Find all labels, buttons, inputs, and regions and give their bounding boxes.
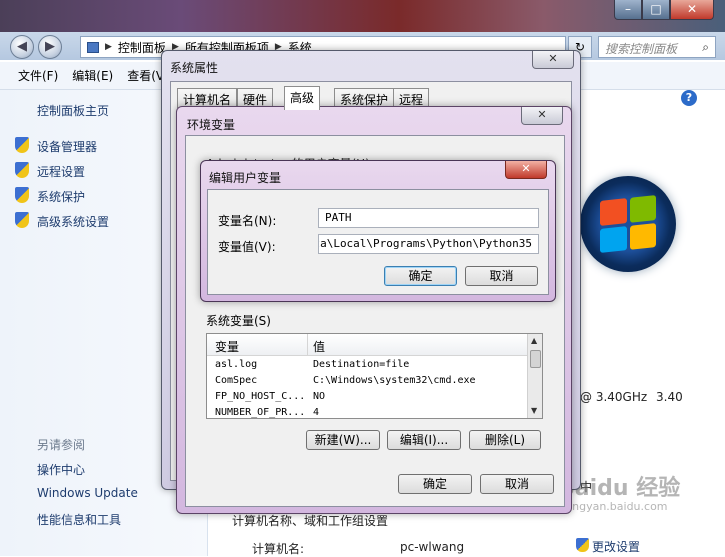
search-icon: ⌕ <box>702 40 709 54</box>
tab-advanced[interactable]: 高级 <box>284 86 321 110</box>
variable-value: NO <box>313 391 326 402</box>
variable-value-label: 变量值(V): <box>218 240 276 254</box>
table-row[interactable]: NUMBER_OF_PR... 4 <box>207 406 527 418</box>
variable-value: C:\Windows\system32\cmd.exe <box>313 375 476 386</box>
cancel-button[interactable]: 取消 <box>480 474 554 494</box>
close-button[interactable]: ✕ <box>532 51 574 69</box>
watermark-sub-text: jingyan.baidu.com <box>566 500 668 513</box>
minimize-button[interactable]: – <box>614 0 642 20</box>
table-row[interactable]: FP_NO_HOST_C... NO <box>207 390 527 406</box>
variable-name-label: 变量名(N): <box>218 214 277 228</box>
table-row[interactable]: asl.log Destination=file <box>207 358 527 374</box>
tab-hardware[interactable]: 硬件 <box>237 88 274 108</box>
column-header-variable[interactable]: 变量 <box>215 338 239 355</box>
shield-icon <box>15 137 29 153</box>
cancel-button[interactable]: 取消 <box>465 266 538 286</box>
tab-remote[interactable]: 远程 <box>393 88 430 108</box>
help-icon[interactable]: ? <box>681 90 697 106</box>
processor-speed-value: 3.40 <box>656 390 683 404</box>
advanced-system-settings-link[interactable]: 高级系统设置 <box>37 213 109 230</box>
remote-settings-link[interactable]: 远程设置 <box>37 163 85 180</box>
windows-logo <box>580 176 676 272</box>
tab-computer-name[interactable]: 计算机名 <box>177 88 238 108</box>
system-vars-heading: 系统变量(S) <box>206 314 271 328</box>
shield-icon <box>15 187 29 203</box>
vertical-scrollbar[interactable]: ▲ ▼ <box>527 334 542 418</box>
edit-variable-button[interactable]: 编辑(I)... <box>387 430 461 450</box>
scroll-down-icon[interactable]: ▼ <box>531 406 537 415</box>
computer-name-value: pc-wlwang <box>400 540 465 554</box>
flag-yellow <box>629 222 656 250</box>
ok-button[interactable]: 确定 <box>398 474 472 494</box>
flag-red <box>600 198 627 226</box>
new-variable-button[interactable]: 新建(W)... <box>306 430 380 450</box>
variable-value: Destination=file <box>313 359 410 370</box>
windows-update-link[interactable]: Windows Update <box>37 486 138 500</box>
scroll-up-icon[interactable]: ▲ <box>531 336 537 345</box>
performance-info-link[interactable]: 性能信息和工具 <box>37 511 121 528</box>
variable-name-field[interactable]: PATH <box>318 208 539 228</box>
maximize-button[interactable]: □ <box>642 0 670 20</box>
change-settings-link[interactable]: 更改设置 <box>592 538 640 555</box>
shield-icon <box>576 538 589 552</box>
variable-name: asl.log <box>215 359 258 370</box>
variable-name: FP_NO_HOST_C... <box>215 391 306 402</box>
device-manager-link[interactable]: 设备管理器 <box>37 138 97 155</box>
variable-name: ComSpec <box>215 375 258 386</box>
control-panel-home-link[interactable]: 控制面板主页 <box>37 102 109 119</box>
breadcrumb-control-panel[interactable]: 控制面板 <box>118 39 166 56</box>
control-panel-icon <box>87 41 99 53</box>
scrollbar-thumb[interactable] <box>530 350 541 368</box>
menu-edit[interactable]: 编辑(E) <box>72 67 113 84</box>
table-row[interactable]: ComSpec C:\Windows\system32\cmd.exe <box>207 374 527 390</box>
dialog-title: 编辑用户变量 <box>209 171 282 185</box>
close-button[interactable]: ✕ <box>505 161 547 179</box>
system-protection-link[interactable]: 系统保护 <box>37 188 85 205</box>
computer-name-label: 计算机名: <box>252 542 305 556</box>
computer-name-heading: 计算机名称、域和工作组设置 <box>232 514 389 528</box>
variable-value-field[interactable]: Data\Local\Programs\Python\Python35\ <box>318 234 539 254</box>
breadcrumb-separator-icon: ▶ <box>105 42 112 52</box>
menu-file[interactable]: 文件(F) <box>18 67 58 84</box>
search-placeholder: 搜索控制面板 <box>605 42 678 56</box>
column-header-value[interactable]: 值 <box>313 338 325 355</box>
close-button[interactable]: ✕ <box>521 107 563 125</box>
list-header: 变量 值 <box>207 334 527 356</box>
flag-green <box>629 195 656 223</box>
close-button[interactable]: ✕ <box>670 0 714 20</box>
column-divider[interactable] <box>307 334 308 356</box>
explorer-title-bar: – □ ✕ <box>0 0 725 32</box>
system-variables-list[interactable]: 变量 值 asl.log Destination=file ComSpec C:… <box>206 333 543 419</box>
variable-name: NUMBER_OF_PR... <box>215 407 306 418</box>
ok-button[interactable]: 确定 <box>384 266 457 286</box>
delete-variable-button[interactable]: 删除(L) <box>469 430 541 450</box>
shield-icon <box>15 162 29 178</box>
windows-flag-icon <box>600 195 656 253</box>
shield-icon <box>15 212 29 228</box>
forward-arrow-icon[interactable]: ▶ <box>38 35 62 59</box>
search-input[interactable]: 搜索控制面板 ⌕ <box>598 36 716 58</box>
flag-blue <box>600 225 627 253</box>
dialog-title: 系统属性 <box>170 61 219 75</box>
menu-view[interactable]: 查看(V <box>127 67 164 84</box>
variable-value: 4 <box>313 407 320 418</box>
see-also-heading: 另请参阅 <box>37 438 86 452</box>
action-center-link[interactable]: 操作中心 <box>37 461 85 478</box>
tab-system-protection[interactable]: 系统保护 <box>334 88 395 108</box>
dialog-title: 环境变量 <box>187 118 236 132</box>
processor-speed: @ 3.40GHz <box>580 390 648 404</box>
back-arrow-icon[interactable]: ◀ <box>10 35 34 59</box>
